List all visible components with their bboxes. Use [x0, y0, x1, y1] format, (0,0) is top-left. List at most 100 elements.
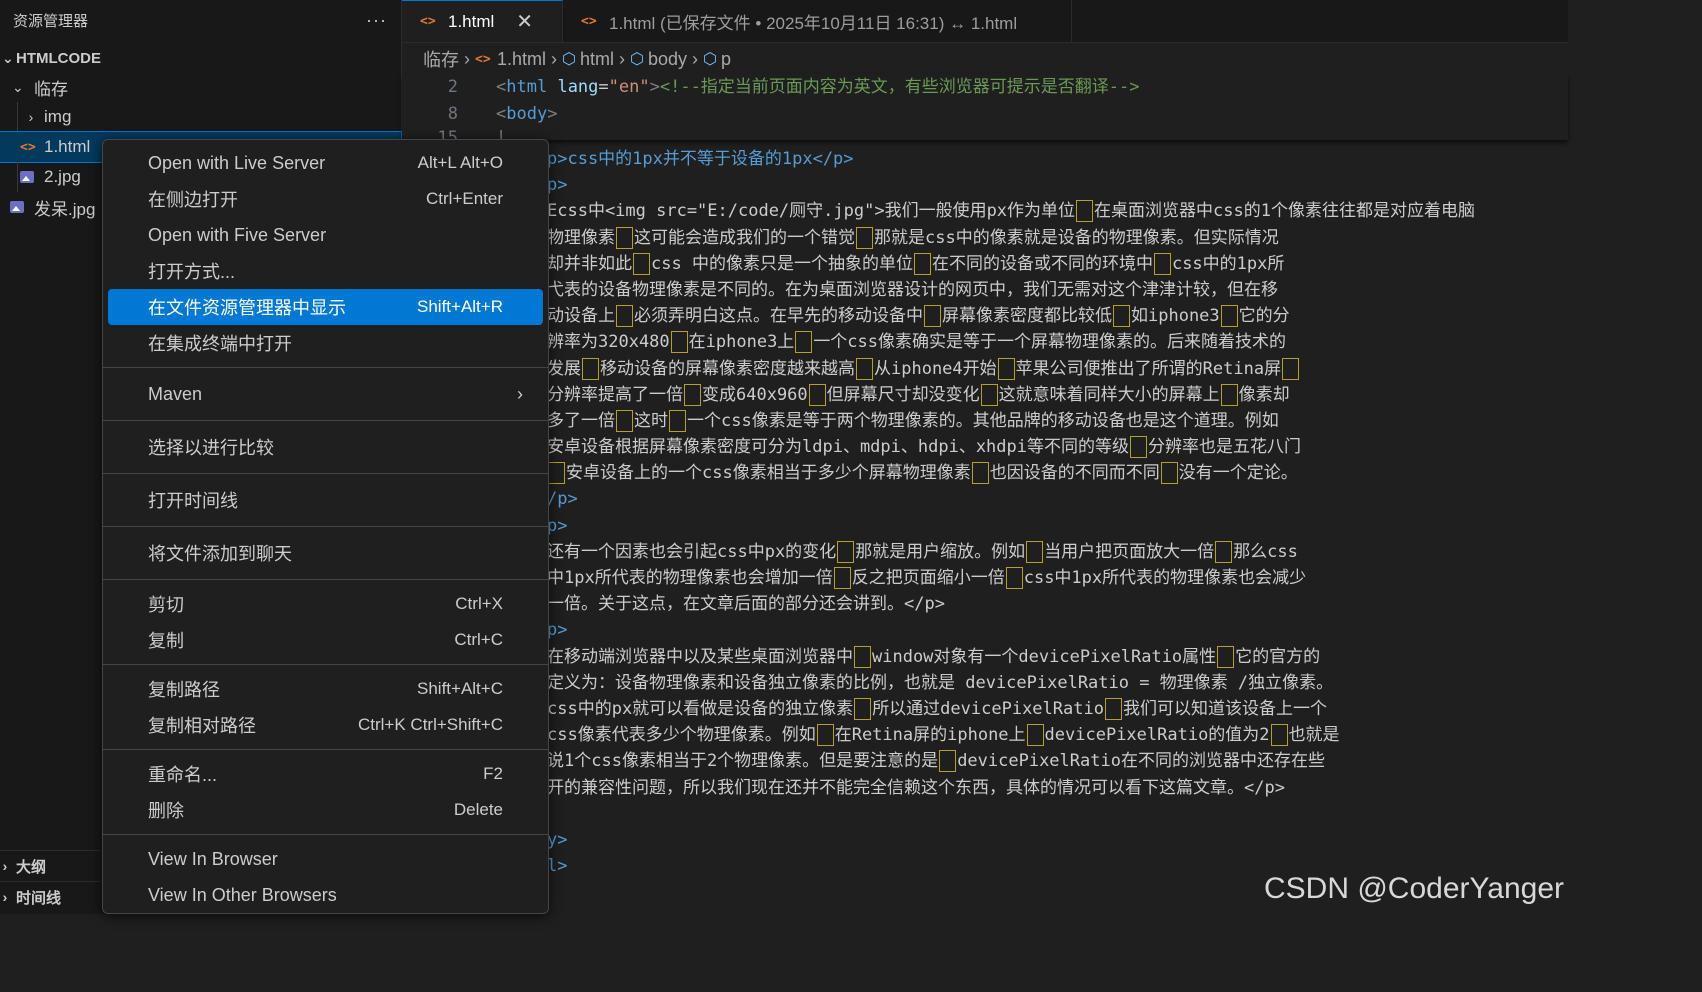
code-text: 在Retina屏的iphone上 — [834, 725, 1026, 746]
menu-copy-relative-path[interactable]: 复制相对路径 Ctrl+K Ctrl+Shift+C — [108, 707, 543, 743]
tab-diff[interactable]: <> 1.html (已保存文件 • 2025年10月11日 16:31) ↔ … — [563, 0, 1072, 42]
code-text: css中的px就可以看做是设备的独立像素 — [547, 698, 854, 719]
timeline-section[interactable]: › 时间线 — [0, 881, 101, 912]
breadcrumb-item[interactable]: 临存 — [423, 46, 459, 72]
menu-open-to-side[interactable]: 在侧边打开 Ctrl+Enter — [108, 181, 543, 217]
tab-label: 1.html (已保存文件 • 2025年10月11日 16:31) ↔ 1.h… — [609, 13, 1018, 33]
menu-item-shortcut: Ctrl+C — [454, 630, 503, 649]
chevron-right-icon: › — [464, 48, 470, 69]
explorer-title: 资源管理器 — [13, 12, 89, 30]
code-text: 定义为：设备物理像素和设备独立像素的比例，也就是 devicePixelRati… — [547, 672, 1334, 693]
code-text: Ecss中<img src="E:/code/厕守.jpg">我们一般使用px作… — [547, 201, 1076, 222]
menu-open-live-server[interactable]: Open with Live Server Alt+L Alt+O — [108, 145, 543, 181]
code-text: css像素代表多少个物理像素。例如 — [547, 725, 816, 746]
code-text: 苹果公司便推出了所谓的Retina屏 — [1015, 358, 1282, 379]
menu-separator — [103, 749, 548, 750]
context-menu: Open with Live Server Alt+L Alt+O 在侧边打开 Ct… — [102, 139, 549, 914]
tree-label: img — [44, 107, 72, 126]
menu-select-for-compare[interactable]: 选择以进行比较 — [108, 427, 543, 467]
code-token: body — [506, 104, 548, 124]
code-text: 从iphone4开始 — [874, 358, 997, 379]
menu-item-label: Maven — [148, 383, 203, 404]
menu-rename[interactable]: 重命名... F2 — [108, 756, 543, 792]
line-number: 8 — [447, 104, 458, 124]
breadcrumb-item[interactable]: p — [721, 49, 731, 70]
menu-item-label: View In Browser — [148, 848, 278, 869]
menu-item-label: 在集成终端中打开 — [148, 334, 292, 354]
breadcrumb-item[interactable]: html — [580, 49, 614, 70]
tab-1-html[interactable]: <> 1.html ✕ — [402, 0, 563, 42]
menu-item-label: View In Other Browsers — [148, 884, 337, 905]
chevron-right-icon: › — [619, 48, 626, 69]
code-line[interactable]: 2 <html lang="en"><!--指定当前页面内容为英文，有些浏览器可提… — [402, 74, 1568, 100]
menu-item-shortcut: F2 — [483, 764, 503, 783]
menu-item-label: 删除 — [148, 801, 184, 821]
code-text: css中1px所代表的物理像素也会减少 — [1023, 568, 1307, 588]
breadcrumb-item[interactable]: 1.html — [497, 49, 546, 70]
menu-open-timeline[interactable]: 打开时间线 — [108, 480, 543, 520]
menu-item-label: 在文件资源管理器中显示 — [148, 298, 346, 318]
code-text: 辨率为320x480 — [547, 332, 670, 353]
code-text: 还有一个因素也会引起css中px的变化 — [547, 541, 837, 562]
html-file-icon: <> — [420, 14, 436, 29]
code-text: p> — [547, 515, 568, 536]
code-text: 安卓设备根据屏幕像素密度可分为ldpi、mdpi、hdpi、xhdpi等不同的等… — [547, 437, 1129, 458]
code-text: y> — [547, 829, 568, 850]
code-text: 这就意味着同样大小的屏幕上 — [998, 384, 1220, 405]
close-icon[interactable]: ✕ — [516, 9, 533, 34]
menu-item-shortcut: Ctrl+X — [455, 594, 503, 613]
code-text: 它的官方的 — [1235, 646, 1321, 667]
code-text: 说1个css像素相当于2个物理像素。但是要注意的是 — [547, 751, 939, 772]
chevron-down-icon: ⌄ — [2, 49, 14, 66]
more-actions-icon[interactable]: ··· — [366, 10, 387, 31]
code-text: window对象有一个devicePixelRatio属性 — [872, 646, 1217, 667]
tree-folder-img[interactable]: › img — [0, 102, 401, 132]
menu-item-label: 将文件添加到聊天 — [148, 544, 292, 564]
menu-separator — [103, 473, 548, 474]
code-text: 变成640x960 — [702, 384, 808, 405]
code-text: 一倍。关于这点，在文章后面的部分还会讲到。</p> — [547, 594, 945, 615]
chevron-right-icon: › — [692, 48, 699, 69]
menu-delete[interactable]: 删除 Delete — [108, 792, 543, 828]
menu-open-five-server[interactable]: Open with Five Server — [108, 217, 543, 253]
chevron-right-icon: › — [28, 109, 34, 125]
editor-group: <> 1.html ✕ <> 1.html (已保存文件 • 2025年10月1… — [402, 0, 1568, 914]
html-file-icon: <> — [20, 139, 36, 155]
menu-maven[interactable]: Maven › — [108, 374, 543, 414]
menu-add-to-chat[interactable]: 将文件添加到聊天 — [108, 533, 543, 573]
menu-item-shortcut: Delete — [453, 800, 503, 819]
outline-section[interactable]: › 大纲 — [0, 850, 101, 881]
outline-label: 大纲 — [16, 858, 47, 876]
menu-view-in-other-browsers[interactable]: View In Other Browsers — [108, 877, 543, 913]
menu-open-with[interactable]: 打开方式... — [108, 253, 543, 289]
code-text: 动设备上 — [547, 306, 615, 327]
menu-item-label: 打开时间线 — [148, 491, 238, 511]
menu-separator — [103, 664, 548, 665]
code-line[interactable]: 8 <body> — [402, 101, 1568, 127]
code-text: /p> — [547, 489, 578, 510]
code-text: 我们可以知道该设备上一个 — [1122, 698, 1327, 719]
code-text: 中1px所代表的物理像素也会增加一倍 — [547, 568, 833, 588]
workspace-section[interactable]: ⌄ HTMLCODE — [0, 44, 401, 72]
breadcrumb-item[interactable]: body — [648, 49, 687, 70]
menu-view-in-browser[interactable]: View In Browser — [108, 841, 543, 877]
code-token: lang — [557, 77, 599, 97]
watermark: CSDN @CoderYanger — [1263, 872, 1564, 905]
code-text: 它的分 — [1238, 306, 1290, 327]
code-text: 那就是用户缩放。例如 — [855, 541, 1026, 562]
chevron-right-icon: › — [2, 858, 8, 874]
menu-copy[interactable]: 复制 Ctrl+C — [108, 622, 543, 658]
menu-item-label: 复制路径 — [148, 680, 220, 700]
chevron-right-icon: › — [551, 48, 558, 69]
element-cube-icon: ⬡ — [703, 51, 717, 68]
code-text: l> — [547, 856, 568, 877]
menu-separator — [103, 367, 548, 368]
menu-open-in-terminal[interactable]: 在集成终端中打开 — [108, 325, 543, 361]
menu-reveal-in-explorer[interactable]: 在文件资源管理器中显示 Shift+Alt+R — [108, 289, 543, 325]
menu-copy-path[interactable]: 复制路径 Shift+Alt+C — [108, 671, 543, 707]
chevron-right-icon: › — [2, 889, 8, 905]
line-number: 2 — [447, 77, 458, 97]
code-view[interactable]: p>css中的1px并不等于设备的1px</p> p> Ecss中<img sr… — [547, 146, 1568, 914]
tree-folder-linshi[interactable]: ⌄ 临存 — [0, 72, 401, 102]
menu-cut[interactable]: 剪切 Ctrl+X — [108, 586, 543, 622]
